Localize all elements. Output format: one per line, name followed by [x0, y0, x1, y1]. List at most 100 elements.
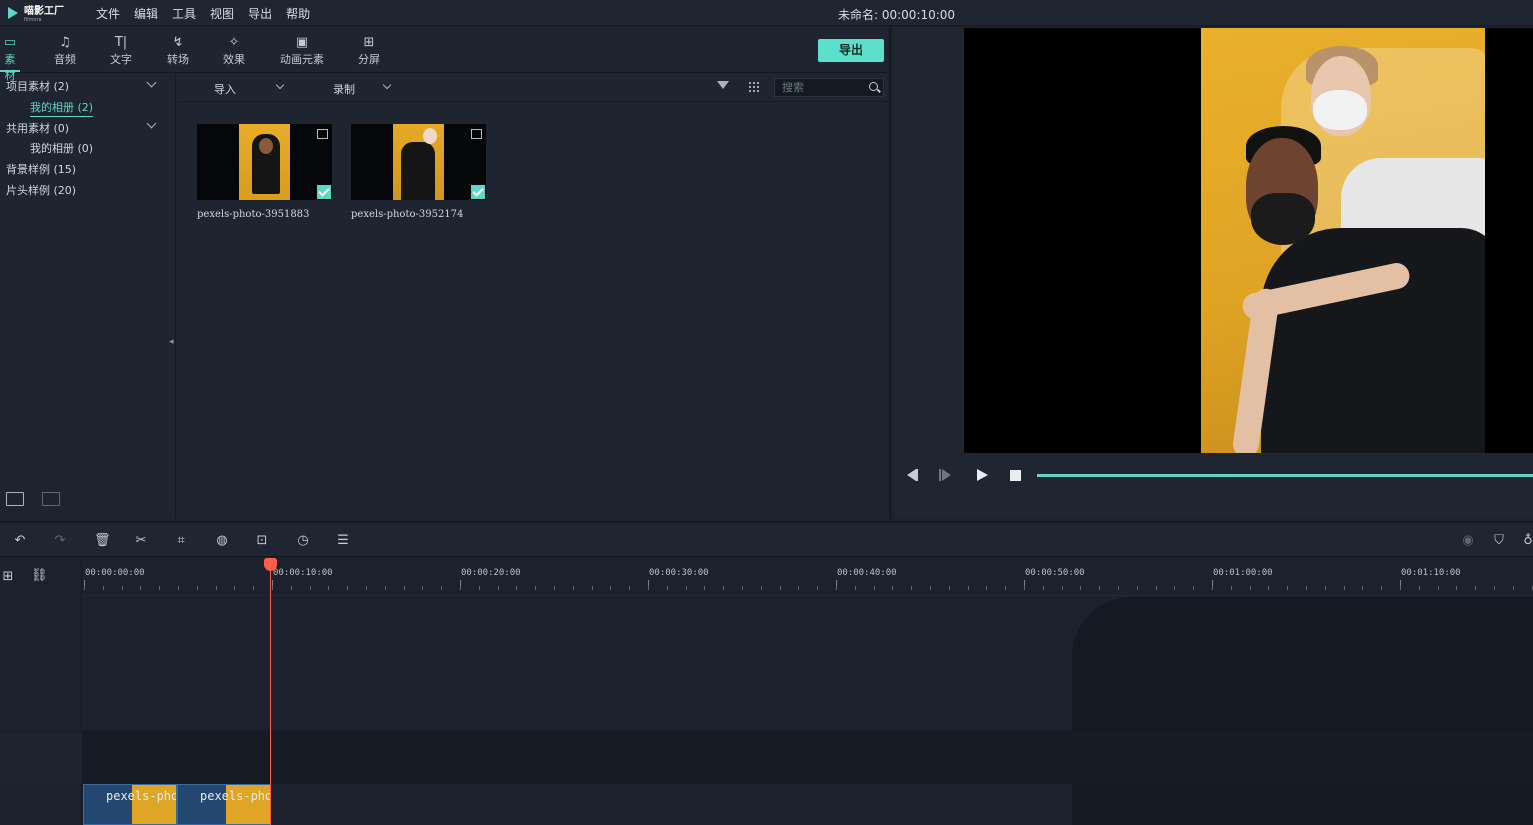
collapse-panel-icon[interactable]: ◂ [169, 337, 174, 347]
ruler-minor-tick [1005, 586, 1006, 590]
color-icon[interactable]: ◍ [215, 534, 229, 548]
ruler-time-label: 00:01:10:00 [1401, 568, 1461, 578]
import-dropdown[interactable]: 导入 [214, 80, 285, 97]
playhead-handle[interactable] [264, 558, 277, 571]
tab-split-screen[interactable]: ⊞ 分屏 [357, 35, 381, 67]
bride-mask-shape [1313, 90, 1367, 130]
folder-icon: ▭ [3, 35, 17, 50]
ruler-minor-tick [648, 586, 649, 590]
ruler-minor-tick [1174, 586, 1175, 590]
media-grid: pexels-photo-3951883 pexels-photo-395217… [177, 103, 889, 519]
marker-icon[interactable]: ⛉ [1492, 534, 1506, 548]
link-icon[interactable]: ⛓ [31, 569, 48, 583]
ruler-time-label: 00:00:40:00 [837, 568, 897, 578]
tab-elements[interactable]: ▣ 动画元素 [278, 35, 326, 67]
search-input[interactable]: 搜索 [774, 78, 884, 97]
ruler-minor-tick [855, 586, 856, 590]
search-icon[interactable] [869, 82, 878, 91]
music-note-icon: ♫ [59, 35, 71, 50]
tree-my-album-shared[interactable]: 我的相册 (0) [30, 140, 93, 156]
menu-tools[interactable]: 工具 [172, 5, 196, 22]
redo-icon[interactable]: ↷ [53, 534, 67, 548]
ruler-minor-tick [798, 586, 799, 590]
thumbnail-face [259, 138, 273, 154]
tree-background-samples[interactable]: 背景样例 (15) [6, 161, 76, 177]
tree-title-samples[interactable]: 片头样例 (20) [6, 182, 76, 198]
menu-file[interactable]: 文件 [96, 5, 120, 22]
ruler-minor-tick [1306, 586, 1307, 590]
ruler-minor-tick [761, 586, 762, 590]
timeline-clip[interactable]: pexels-photo-3951883 [83, 784, 177, 825]
ruler-minor-tick [1137, 586, 1138, 590]
man-mask-shape [1251, 193, 1315, 245]
playhead-line[interactable] [270, 566, 271, 825]
delete-icon[interactable]: 🗑 [94, 534, 111, 548]
media-library-tree: 项目素材 (2) 我的相册 (2) 共用素材 (0) 我的相册 (0) 背景样例… [0, 74, 176, 519]
ruler-minor-tick [328, 586, 329, 590]
tab-effects[interactable]: ✧ 效果 [222, 35, 246, 67]
ruler-minor-tick [310, 586, 311, 590]
ruler-minor-tick [817, 586, 818, 590]
preview-canvas[interactable] [964, 28, 1533, 453]
ruler-minor-tick [686, 586, 687, 590]
speed-icon[interactable]: ◷ [296, 534, 310, 548]
chevron-down-icon [275, 80, 285, 90]
grid-view-icon[interactable] [748, 81, 760, 93]
effects-icon: ✧ [228, 35, 240, 50]
ruler-minor-tick [968, 586, 969, 590]
timeline-toolbar: ↶ ↷ 🗑 ✂ ⌗ ◍ ⊡ ◷ ☰ ◉ ⛉ ♁ [0, 521, 1533, 557]
ruler-minor-tick [1043, 586, 1044, 590]
timeline-clip[interactable]: pexels-photo-3952174 [177, 784, 271, 825]
adjust-icon[interactable]: ☰ [336, 534, 350, 548]
tree-project-media[interactable]: 项目素材 (2) [6, 78, 69, 94]
chevron-down-icon[interactable] [146, 77, 157, 88]
previous-frame-icon[interactable] [904, 467, 920, 483]
tree-shared-media[interactable]: 共用素材 (0) [6, 120, 69, 136]
tree-my-album-project[interactable]: 我的相册 (2) [30, 99, 94, 117]
menu-view[interactable]: 视图 [210, 5, 234, 22]
app-logo: 喵影工厂 filmora [8, 3, 64, 23]
media-thumbnail[interactable] [197, 124, 332, 200]
filter-icon[interactable] [717, 81, 729, 89]
ruler-minor-tick [723, 586, 724, 590]
ruler-minor-tick [122, 586, 123, 590]
ruler-minor-tick [610, 586, 611, 590]
playback-progress-bar[interactable] [1037, 474, 1533, 477]
ruler-minor-tick [930, 586, 931, 590]
green-screen-icon[interactable]: ⊡ [255, 534, 269, 548]
tab-effects-label: 效果 [223, 53, 245, 66]
ruler-minor-tick [780, 586, 781, 590]
record-dropdown[interactable]: 录制 [333, 80, 392, 97]
tab-transition[interactable]: ↯ 转场 [166, 35, 190, 67]
ruler-minor-tick [404, 586, 405, 590]
render-icon[interactable]: ◉ [1461, 534, 1475, 548]
undo-icon[interactable]: ↶ [13, 534, 27, 548]
media-thumbnail[interactable] [351, 124, 486, 200]
add-track-icon[interactable]: ⊞ [1, 570, 15, 584]
menu-edit[interactable]: 编辑 [134, 5, 158, 22]
new-folder-icon[interactable] [6, 492, 24, 506]
crop-icon[interactable]: ⌗ [174, 534, 188, 548]
cut-icon[interactable]: ✂ [134, 534, 148, 548]
ruler-minor-tick [84, 586, 85, 590]
preview-panel [893, 27, 1533, 519]
ruler-minor-tick [629, 586, 630, 590]
logo-icon [8, 6, 20, 20]
timeline-ruler[interactable]: 00:00:00:00 00:00:10:00 00:00:20:00 00:00:3… [82, 558, 1533, 596]
tab-audio[interactable]: ♫ 音频 [53, 35, 77, 67]
ruler-minor-tick [385, 586, 386, 590]
tab-text-label: 文字 [110, 53, 132, 66]
chevron-down-icon[interactable] [146, 118, 157, 129]
delete-folder-icon[interactable] [42, 492, 60, 506]
stop-icon[interactable] [1007, 467, 1023, 483]
ruler-minor-tick [1062, 586, 1063, 590]
menu-help[interactable]: 帮助 [286, 5, 310, 22]
next-frame-icon[interactable] [938, 467, 954, 483]
tab-text[interactable]: T| 文字 [109, 35, 133, 67]
mic-icon[interactable]: ♁ [1521, 534, 1533, 548]
export-button[interactable]: 导出 [818, 39, 884, 62]
play-icon[interactable] [974, 467, 990, 483]
ruler-minor-tick [1231, 586, 1232, 590]
menu-export[interactable]: 导出 [248, 5, 272, 22]
ruler-minor-tick [592, 586, 593, 590]
